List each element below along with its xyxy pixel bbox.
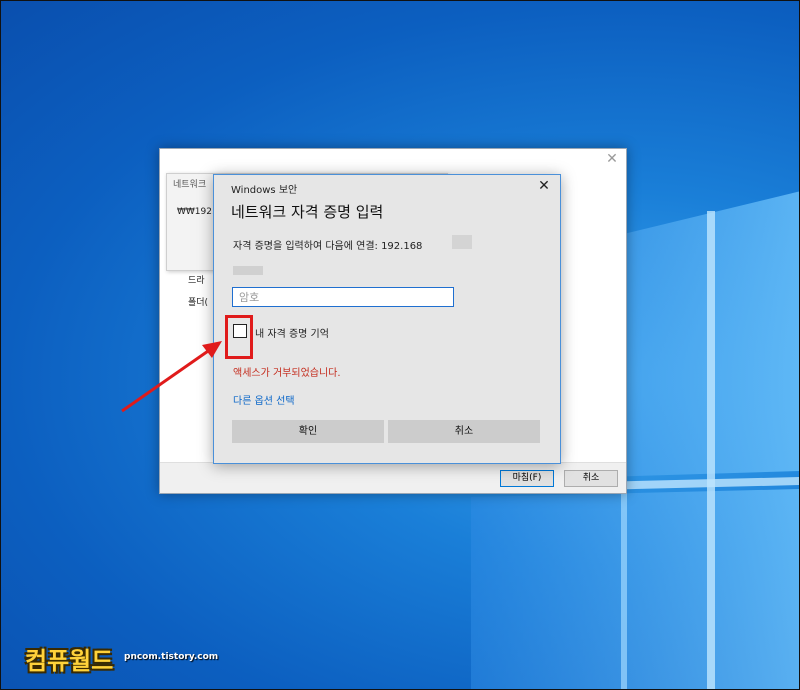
windows-security-dialog: Windows 보안 ✕ 네트워크 자격 증명 입력 자격 증명을 입력하여 다… [213, 174, 561, 464]
drive-label: 드라 [188, 276, 205, 286]
watermark-site: pncom.tistory.com [124, 652, 219, 662]
close-icon[interactable]: ✕ [604, 151, 620, 167]
remember-credentials-label[interactable]: 내 자격 증명 기억 [255, 325, 329, 340]
more-options-link[interactable]: 다른 옵션 선택 [233, 392, 295, 407]
wizard-footer: 마침(F) 취소 [160, 462, 626, 493]
ok-button[interactable]: 확인 [232, 420, 384, 443]
finish-button[interactable]: 마침(F) [500, 470, 554, 487]
cancel-button[interactable]: 취소 [388, 420, 540, 443]
error-message: 액세스가 거부되었습니다. [233, 368, 341, 379]
password-input[interactable] [232, 287, 454, 307]
folder-label: 폴더( [188, 298, 209, 308]
highlight-box [225, 315, 253, 359]
redacted-username [233, 266, 263, 275]
wizard-cancel-button[interactable]: 취소 [564, 470, 618, 487]
desktop-background: ✕ 네트워크 ₩₩192.1 드라 폴더( 마침(F) 취소 Windows 보… [0, 0, 800, 690]
behind-panel-title: 네트워크 [173, 180, 207, 190]
watermark: 컴퓨월드 pncom.tistory.com [25, 641, 218, 676]
close-icon[interactable]: ✕ [536, 178, 552, 194]
connection-description: 자격 증명을 입력하여 다음에 연결: 192.168 [233, 241, 423, 252]
watermark-logo: 컴퓨월드 [25, 647, 114, 675]
redacted-ip [452, 235, 472, 249]
dialog-heading: 네트워크 자격 증명 입력 [231, 203, 384, 221]
dialog-window-title: Windows 보안 [231, 185, 298, 196]
